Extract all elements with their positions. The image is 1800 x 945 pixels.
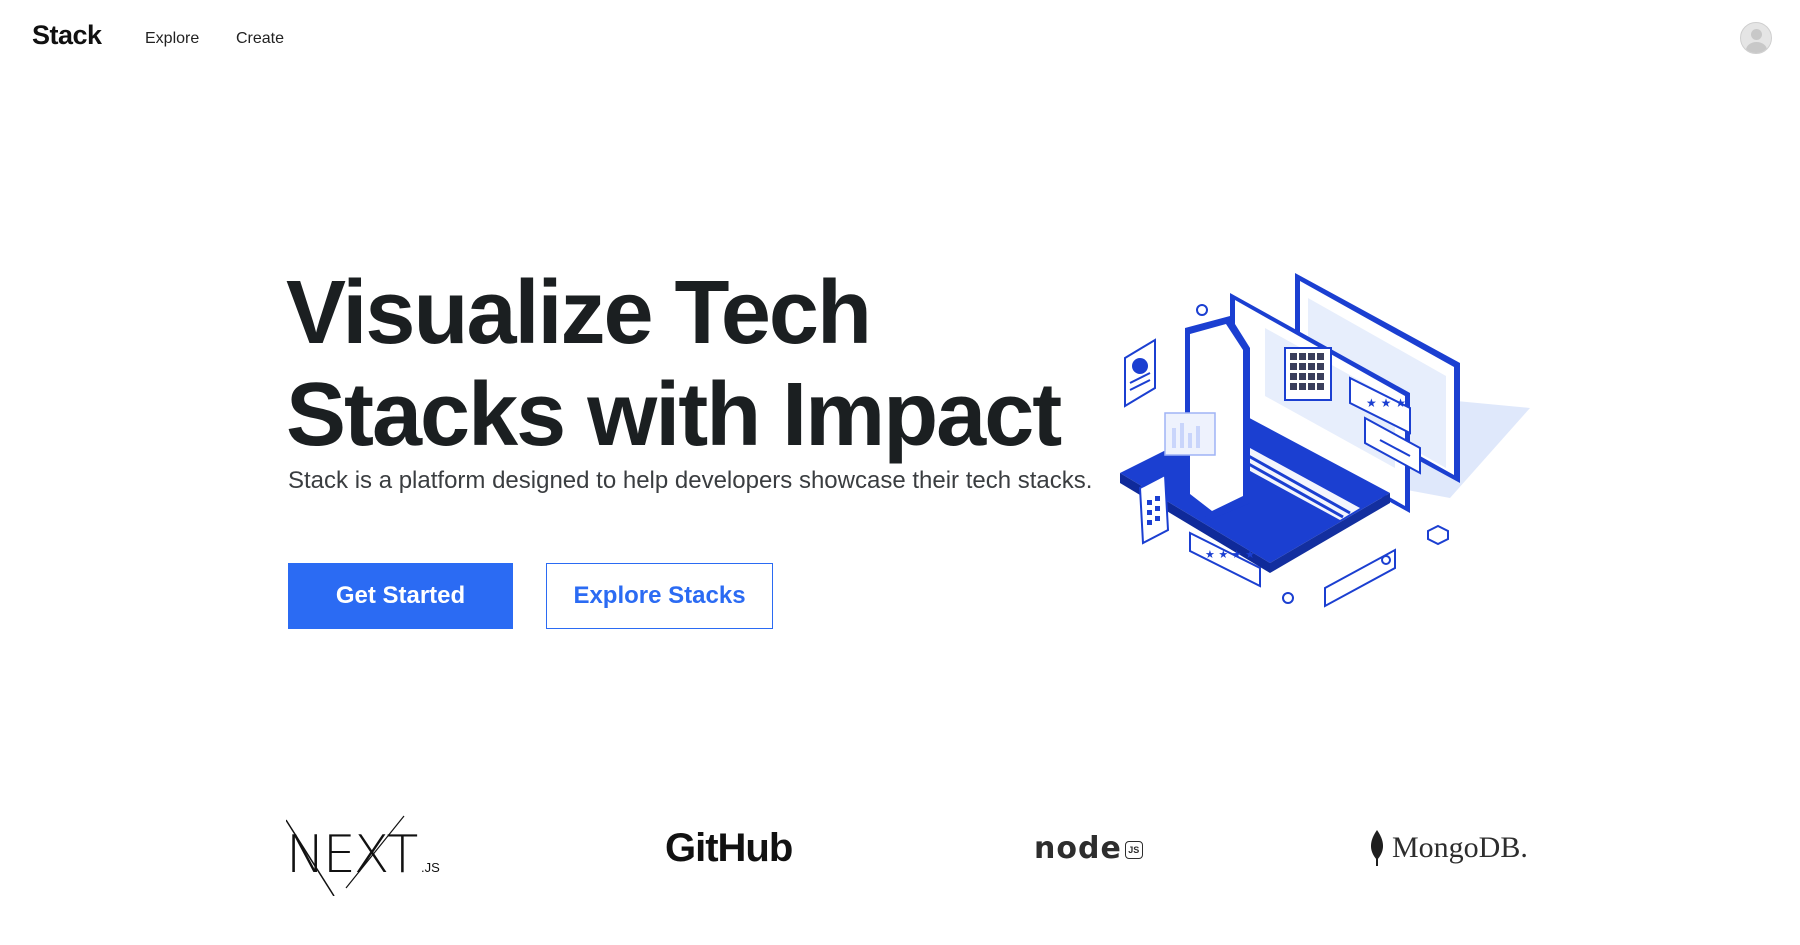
explore-stacks-button[interactable]: Explore Stacks <box>546 563 773 629</box>
svg-text:★ ★ ★: ★ ★ ★ <box>1366 396 1406 410</box>
svg-text:.JS: .JS <box>421 860 440 875</box>
svg-text:★ ★ ★ ★: ★ ★ ★ ★ <box>1205 548 1255 561</box>
leaf-icon <box>1370 830 1384 866</box>
nodejs-logo: node JS <box>1034 800 1143 896</box>
mongodb-wordmark: MongoDB. <box>1392 831 1528 864</box>
hero-illustration: ★ ★ ★ ★ ★ ★ ★ <box>1120 273 1530 608</box>
nav-link-create[interactable]: Create <box>236 30 284 48</box>
hero-subtitle: Stack is a platform designed to help dev… <box>288 467 1093 494</box>
hero-title-line-2: Stacks with Impact <box>286 365 1062 465</box>
nav-link-explore[interactable]: Explore <box>145 30 199 48</box>
mongodb-logo: MongoDB. <box>1368 800 1528 896</box>
top-nav: Stack Explore Create <box>0 0 1800 80</box>
svg-text:NEXT: NEXT <box>286 825 417 885</box>
github-logo: GitHub <box>665 825 793 870</box>
get-started-button[interactable]: Get Started <box>288 563 513 629</box>
hero-title-line-1: Visualize Tech <box>286 263 872 363</box>
document-card-illustration <box>1124 338 1156 408</box>
calculator-illustration <box>1138 473 1170 545</box>
user-avatar[interactable] <box>1740 22 1772 54</box>
nextjs-logo: NEXT .JS <box>286 800 456 896</box>
brand-logo[interactable]: Stack <box>32 20 102 51</box>
js-hexagon-badge: JS <box>1124 841 1143 859</box>
search-bar-illustration <box>1324 548 1396 608</box>
node-wordmark: node <box>1034 830 1122 866</box>
hero-title: Visualize Tech Stacks with Impact <box>286 262 1106 466</box>
nextjs-wordmark: NEXT .JS <box>286 815 440 896</box>
